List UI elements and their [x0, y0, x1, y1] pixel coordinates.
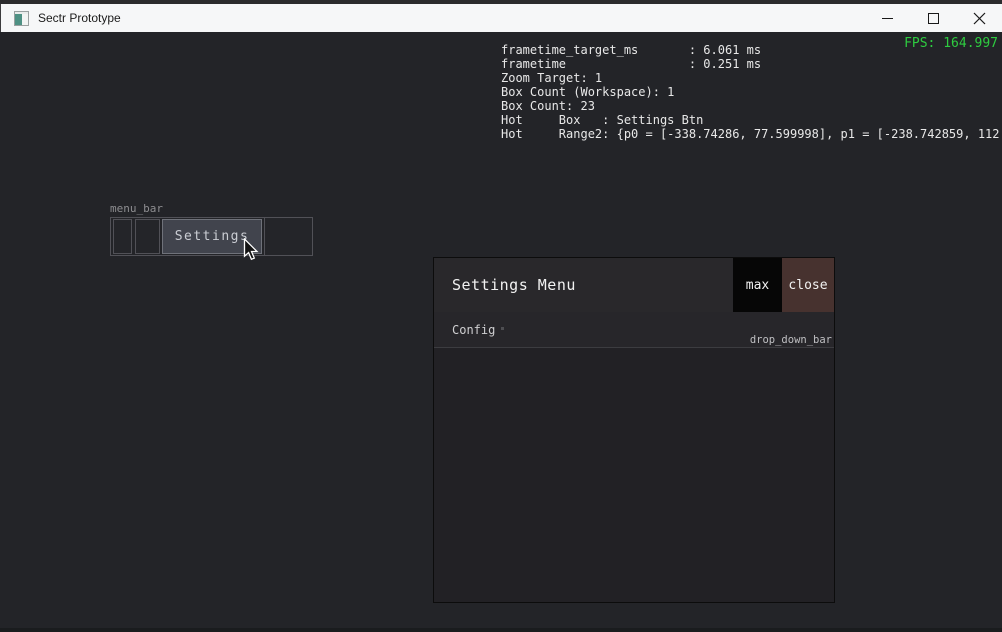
settings-menu-panel: Settings Menu max close Config drop_down… [433, 257, 835, 603]
close-button[interactable] [956, 4, 1002, 32]
minimize-icon [882, 18, 893, 19]
menu-bar-slot[interactable] [264, 218, 312, 255]
app-window: Sectr Prototype FPS: 164.997 frametime_t… [0, 0, 1002, 632]
maximize-button[interactable] [910, 4, 956, 32]
close-icon [973, 12, 986, 25]
menu-bar: Settings [110, 217, 313, 256]
menu-bar-slot[interactable] [113, 219, 132, 254]
drag-dot [501, 327, 504, 330]
mouse-cursor [243, 238, 260, 262]
debug-line: Zoom Target: 1 [501, 71, 1002, 85]
settings-menu-title: Settings Menu [452, 276, 576, 294]
panel-close-button[interactable]: close [782, 258, 834, 312]
app-icon [14, 11, 29, 26]
drop-down-bar-label: drop_down_bar [750, 334, 832, 346]
minimize-button[interactable] [864, 4, 910, 32]
titlebar[interactable]: Sectr Prototype [0, 4, 1002, 32]
debug-line: Box Count: 23 [501, 99, 1002, 113]
render-canvas[interactable]: FPS: 164.997 frametime_target_ms : 6.061… [0, 32, 1002, 628]
panel-maximize-button[interactable]: max [733, 258, 782, 312]
debug-line: Hot Range2: {p0 = [-338.74286, 77.599998… [501, 127, 1002, 141]
menu-bar-slot[interactable] [135, 219, 160, 254]
bottom-strip [0, 628, 1002, 632]
window-title: Sectr Prototype [38, 11, 121, 25]
maximize-icon [928, 13, 939, 24]
debug-readout: frametime_target_ms : 6.061 ms frametime… [501, 43, 1002, 141]
window-controls [864, 4, 1002, 32]
panel-header-buttons: max close [733, 258, 834, 312]
config-drop-down-bar[interactable]: Config drop_down_bar [434, 312, 834, 348]
settings-menu-header[interactable]: Settings Menu max close [434, 258, 834, 312]
menu-bar-label: menu_bar [110, 202, 163, 215]
settings-menu-body [434, 348, 834, 602]
config-label: Config [452, 323, 495, 337]
debug-line: Box Count (Workspace): 1 [501, 85, 1002, 99]
debug-line: frametime_target_ms : 6.061 ms [501, 43, 1002, 57]
debug-line: frametime : 0.251 ms [501, 57, 1002, 71]
debug-line: Hot Box : Settings Btn [501, 113, 1002, 127]
